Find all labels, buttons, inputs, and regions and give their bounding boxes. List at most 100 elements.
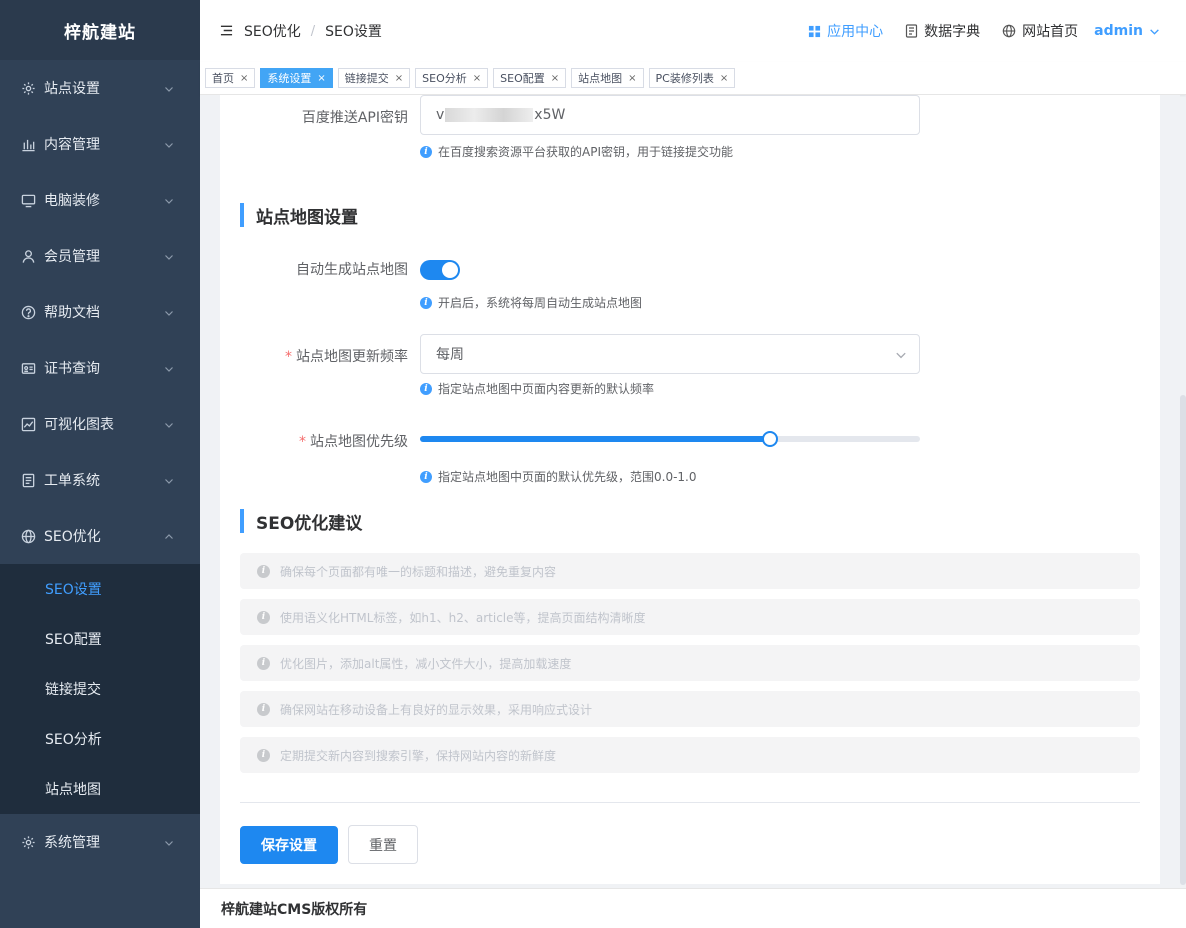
- sidebar-item-label: 系统管理: [44, 835, 100, 851]
- chevron-down-icon: [895, 349, 907, 361]
- sidebar-item-members[interactable]: 会员管理: [0, 228, 200, 284]
- settings-card: 百度推送API密钥 v x5W i 在百度搜索资源平台获取的API密钥，用于链接提交…: [220, 95, 1160, 884]
- chevron-up-icon: [164, 530, 174, 540]
- data-dictionary-link[interactable]: 数据字典: [905, 21, 980, 41]
- info-icon: i: [257, 702, 270, 716]
- suggestion-item: i 确保每个页面都有唯一的标题和描述，避免重复内容: [240, 553, 1140, 589]
- tag-home[interactable]: 首页 ×: [205, 68, 256, 88]
- close-icon[interactable]: ×: [628, 73, 636, 84]
- sidebar-item-site-settings[interactable]: 站点设置: [0, 60, 200, 116]
- api-key-input[interactable]: v x5W: [420, 95, 920, 135]
- hint-text: 开启后，系统将每周自动生成站点地图: [438, 296, 643, 310]
- globe-icon: [20, 528, 36, 544]
- main-content: 百度推送API密钥 v x5W i 在百度搜索资源平台获取的API密钥，用于链接提交…: [200, 95, 1180, 888]
- sidebar-item-label: 内容管理: [44, 137, 100, 153]
- seo-submenu: SEO设置 SEO配置 链接提交 SEO分析 站点地图: [0, 564, 200, 814]
- tag-sitemap[interactable]: 站点地图 ×: [571, 68, 644, 88]
- auto-sitemap-hint: i 开启后，系统将每周自动生成站点地图: [420, 294, 642, 311]
- info-icon: i: [257, 748, 270, 762]
- user-icon: [20, 248, 36, 264]
- priority-slider[interactable]: [420, 431, 920, 447]
- suggestion-text: 确保每个页面都有唯一的标题和描述，避免重复内容: [280, 564, 557, 579]
- chevron-down-icon: [164, 82, 174, 92]
- sidebar-item-seo-analysis[interactable]: SEO分析: [0, 714, 200, 764]
- sidebar-item-content[interactable]: 内容管理: [0, 116, 200, 172]
- sidebar-item-help[interactable]: 帮助文档: [0, 284, 200, 340]
- sidebar-item-link-submit[interactable]: 链接提交: [0, 664, 200, 714]
- save-button[interactable]: 保存设置: [240, 826, 338, 864]
- masked-value: [445, 108, 534, 122]
- close-icon[interactable]: ×: [317, 73, 325, 84]
- tag-seo-analysis[interactable]: SEO分析 ×: [415, 68, 489, 88]
- tag-link-submit[interactable]: 链接提交 ×: [337, 68, 411, 88]
- sidebar-item-tickets[interactable]: 工单系统: [0, 452, 200, 508]
- frequency-select[interactable]: 每周: [420, 334, 920, 374]
- slider-thumb[interactable]: [762, 431, 778, 447]
- close-icon[interactable]: ×: [395, 73, 403, 84]
- api-key-value-suffix: x5W: [534, 107, 566, 123]
- data-dictionary-label: 数据字典: [924, 24, 981, 40]
- hamburger-icon[interactable]: [220, 24, 234, 38]
- app-center-link[interactable]: 应用中心: [808, 21, 883, 41]
- breadcrumb-separator: /: [310, 23, 316, 39]
- sidebar-item-sitemap[interactable]: 站点地图: [0, 764, 200, 814]
- divider: [240, 802, 1140, 803]
- bar-chart-icon: [20, 136, 36, 152]
- breadcrumb-current: SEO设置: [325, 24, 382, 40]
- priority-hint: i 指定站点地图中页面的默认优先级，范围0.0-1.0: [420, 468, 697, 485]
- close-icon[interactable]: ×: [551, 73, 559, 84]
- tag-pc-decor-list[interactable]: PC装修列表 ×: [648, 68, 736, 88]
- sidebar-item-label: 证书查询: [44, 361, 100, 377]
- user-menu[interactable]: admin: [1094, 23, 1160, 39]
- required-mark: *: [299, 434, 306, 450]
- certificate-icon: [20, 360, 36, 376]
- gear-icon: [20, 834, 36, 850]
- frequency-label: * 站点地图更新频率: [220, 346, 408, 366]
- top-header: SEO优化 / SEO设置 应用中心 数据字典 网站首页 admin: [200, 0, 1186, 62]
- sidebar-item-label: SEO优化: [44, 529, 101, 545]
- suggestion-text: 定期提交新内容到搜索引擎，保持网站内容的新鲜度: [280, 748, 557, 763]
- tag-system-settings[interactable]: 系统设置 ×: [260, 68, 333, 88]
- gear-icon: [20, 80, 36, 96]
- sidebar-item-label: 电脑装修: [44, 193, 100, 209]
- suggestion-text: 确保网站在移动设备上有良好的显示效果，采用响应式设计: [280, 702, 593, 717]
- chevron-down-icon: [164, 194, 174, 204]
- sidebar-item-certificate[interactable]: 证书查询: [0, 340, 200, 396]
- footer: 梓航建站CMS版权所有: [200, 888, 1186, 928]
- document-icon: [906, 24, 918, 38]
- close-icon[interactable]: ×: [473, 73, 481, 84]
- info-icon: i: [257, 656, 270, 670]
- info-icon: i: [420, 296, 432, 309]
- required-mark: *: [285, 349, 292, 365]
- header-actions: 应用中心 数据字典 网站首页 admin: [786, 0, 1160, 62]
- tags-view: 首页 × 系统设置 × 链接提交 × SEO分析 × SEO配置 × 站点地图 × PC装修…: [200, 62, 1186, 95]
- sidebar-item-label: 站点设置: [44, 81, 100, 97]
- sidebar-item-seo-settings[interactable]: SEO设置: [0, 564, 200, 614]
- monitor-icon: [20, 192, 36, 208]
- sidebar-item-charts[interactable]: 可视化图表: [0, 396, 200, 452]
- breadcrumb-seo[interactable]: SEO优化: [244, 21, 301, 41]
- frequency-hint: i 指定站点地图中页面内容更新的默认频率: [420, 380, 654, 397]
- website-home-link[interactable]: 网站首页: [1002, 21, 1078, 41]
- suggestion-item: i 确保网站在移动设备上有良好的显示效果，采用响应式设计: [240, 691, 1140, 727]
- ticket-icon: [20, 472, 36, 488]
- grid-icon: [809, 25, 821, 37]
- chevron-down-icon: [164, 250, 174, 260]
- selected-value: 每周: [436, 347, 464, 363]
- auto-sitemap-label: 自动生成站点地图: [296, 262, 408, 278]
- sidebar-item-system[interactable]: 系统管理: [0, 814, 200, 870]
- suggestion-item: i 使用语义化HTML标签，如h1、h2、article等，提高页面结构清晰度: [240, 599, 1140, 635]
- close-icon[interactable]: ×: [720, 73, 728, 84]
- sidebar-item-seo[interactable]: SEO优化: [0, 508, 200, 564]
- close-icon[interactable]: ×: [240, 73, 248, 84]
- tag-label: 首页: [212, 72, 234, 85]
- sidebar-item-seo-config[interactable]: SEO配置: [0, 614, 200, 664]
- label-text: 站点地图更新频率: [296, 349, 408, 365]
- tag-label: PC装修列表: [655, 72, 714, 85]
- reset-button[interactable]: 重置: [348, 825, 418, 864]
- auto-sitemap-switch[interactable]: [420, 260, 460, 280]
- scrollbar[interactable]: [1180, 395, 1186, 885]
- tag-seo-config[interactable]: SEO配置 ×: [493, 68, 567, 88]
- info-icon: i: [257, 564, 270, 578]
- sidebar-item-pc-decor[interactable]: 电脑装修: [0, 172, 200, 228]
